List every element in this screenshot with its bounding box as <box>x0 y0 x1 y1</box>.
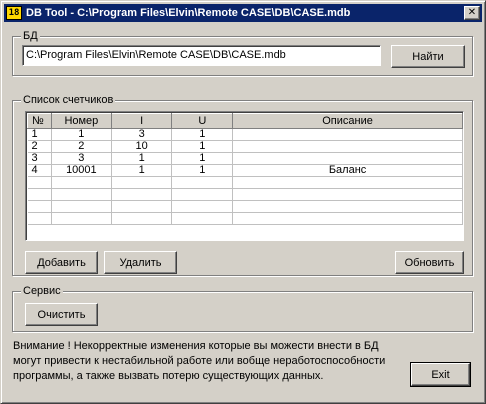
exit-button[interactable]: Exit <box>410 362 471 387</box>
column-header-number[interactable]: Номер <box>50 113 112 129</box>
clear-button[interactable]: Очистить <box>25 303 98 326</box>
counters-grid[interactable]: № Номер I U Описание 1 1 3 1 2 2 10 1 3 … <box>25 111 464 241</box>
cell-i[interactable]: 1 <box>111 152 173 165</box>
cell-empty[interactable] <box>232 188 463 201</box>
table-row-empty[interactable] <box>27 200 463 213</box>
cell-empty[interactable] <box>232 176 463 189</box>
cell-description[interactable] <box>232 128 463 141</box>
db-group-label: БД <box>21 29 40 43</box>
cell-empty[interactable] <box>171 176 234 189</box>
table-row[interactable]: 1 1 3 1 <box>27 128 463 141</box>
cell-u[interactable]: 1 <box>171 152 234 165</box>
cell-empty[interactable] <box>111 188 173 201</box>
table-row-empty[interactable] <box>27 176 463 189</box>
table-row-empty[interactable] <box>27 188 463 201</box>
cell-empty[interactable] <box>232 212 463 225</box>
cell-index[interactable]: 1 <box>27 128 52 141</box>
cell-empty[interactable] <box>51 212 112 225</box>
cell-number[interactable]: 10001 <box>51 164 112 177</box>
cell-index[interactable]: 3 <box>27 152 52 165</box>
cell-number[interactable]: 1 <box>51 128 112 141</box>
counters-table: № Номер I U Описание 1 1 3 1 2 2 10 1 3 … <box>27 113 463 225</box>
cell-u[interactable]: 1 <box>171 140 234 153</box>
cell-index[interactable]: 2 <box>27 140 52 153</box>
cell-empty[interactable] <box>27 212 52 225</box>
close-button[interactable]: ✕ <box>464 6 480 20</box>
cell-i[interactable]: 3 <box>111 128 173 141</box>
close-icon: ✕ <box>467 7 477 18</box>
cell-description[interactable] <box>232 152 463 165</box>
table-row[interactable]: 3 3 1 1 <box>27 152 463 165</box>
app-window: 18 DB Tool - C:\Program Files\Elvin\Remo… <box>0 0 486 404</box>
cell-empty[interactable] <box>27 188 52 201</box>
cell-number[interactable]: 2 <box>51 140 112 153</box>
counters-group-label: Список счетчиков <box>21 93 116 107</box>
db-path-field[interactable]: C:\Program Files\Elvin\Remote CASE\DB\CA… <box>22 45 381 66</box>
cell-index[interactable]: 4 <box>27 164 52 177</box>
cell-u[interactable]: 1 <box>171 164 234 177</box>
cell-empty[interactable] <box>111 212 173 225</box>
column-header-description[interactable]: Описание <box>232 113 463 129</box>
cell-i[interactable]: 1 <box>111 164 173 177</box>
app-icon: 18 <box>6 6 22 20</box>
refresh-button[interactable]: Обновить <box>395 251 464 274</box>
cell-description[interactable] <box>232 140 463 153</box>
cell-empty[interactable] <box>27 176 52 189</box>
cell-empty[interactable] <box>27 200 52 213</box>
title-bar[interactable]: 18 DB Tool - C:\Program Files\Elvin\Remo… <box>4 4 482 22</box>
find-button[interactable]: Найти <box>391 45 465 68</box>
column-header-u[interactable]: U <box>171 113 234 129</box>
warning-text: Внимание ! Некорректные изменения которы… <box>13 340 386 382</box>
table-row-empty[interactable] <box>27 212 463 225</box>
cell-i[interactable]: 10 <box>111 140 173 153</box>
cell-empty[interactable] <box>51 200 112 213</box>
cell-description[interactable]: Баланс <box>232 164 463 177</box>
column-header-index[interactable]: № <box>27 113 52 129</box>
cell-empty[interactable] <box>171 188 234 201</box>
cell-empty[interactable] <box>171 200 234 213</box>
cell-empty[interactable] <box>232 200 463 213</box>
cell-u[interactable]: 1 <box>171 128 234 141</box>
cell-number[interactable]: 3 <box>51 152 112 165</box>
table-row[interactable]: 4 10001 1 1 Баланс <box>27 164 463 177</box>
table-row[interactable]: 2 2 10 1 <box>27 140 463 153</box>
cell-empty[interactable] <box>111 200 173 213</box>
service-group-label: Сервис <box>21 284 63 298</box>
cell-empty[interactable] <box>171 212 234 225</box>
table-header-row: № Номер I U Описание <box>27 113 463 129</box>
cell-empty[interactable] <box>51 176 112 189</box>
cell-empty[interactable] <box>51 188 112 201</box>
add-button[interactable]: Добавить <box>25 251 98 274</box>
column-header-i[interactable]: I <box>110 113 173 129</box>
window-title: DB Tool - C:\Program Files\Elvin\Remote … <box>26 7 351 19</box>
cell-empty[interactable] <box>111 176 173 189</box>
delete-button[interactable]: Удалить <box>104 251 177 274</box>
